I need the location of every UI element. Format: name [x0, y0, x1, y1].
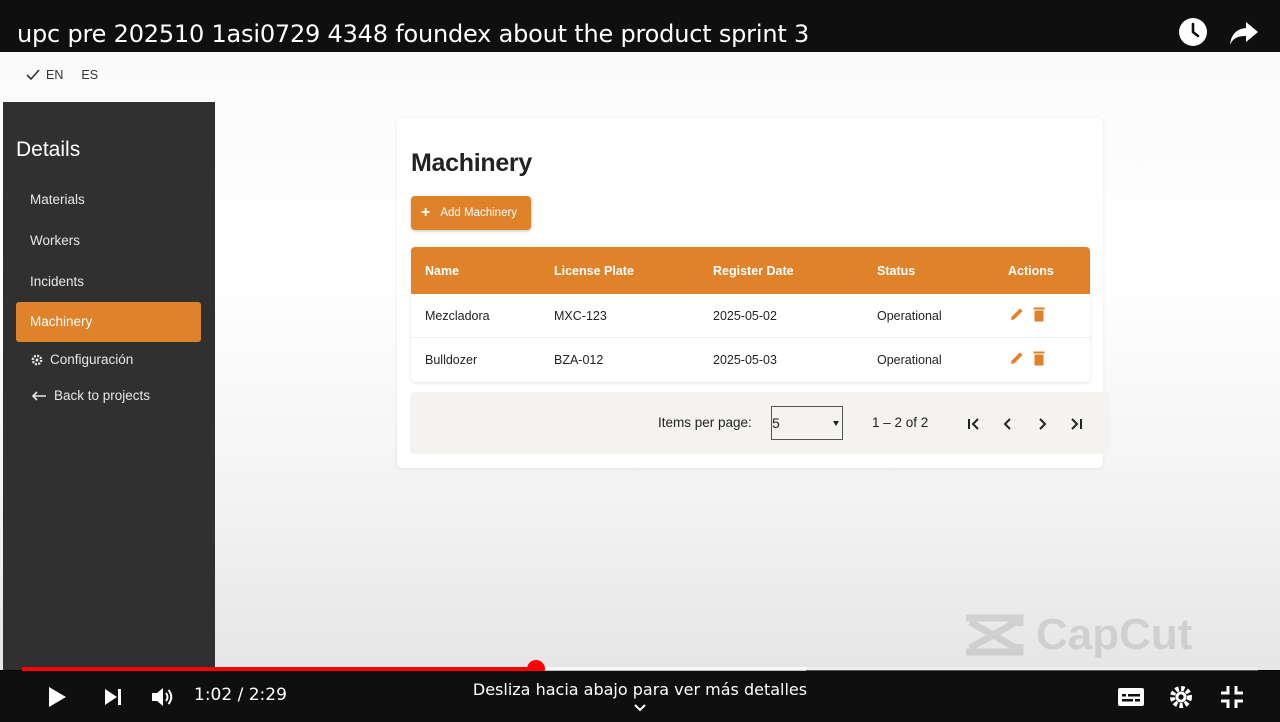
cell-status: Operational — [877, 353, 942, 367]
edit-icon[interactable] — [1009, 350, 1025, 366]
last-page-icon[interactable] — [1066, 414, 1086, 434]
cell-status: Operational — [877, 309, 942, 323]
add-machinery-button[interactable]: + Add Machinery — [411, 196, 532, 230]
chevron-down-icon — [833, 421, 839, 426]
sidebar-item-materials[interactable]: Materials — [16, 180, 201, 220]
paginator: Items per page: 5 1 – 2 of 2 — [410, 392, 1110, 454]
captions-icon[interactable] — [1117, 684, 1145, 710]
gear-icon — [31, 354, 43, 365]
sidebar-item-incidents[interactable]: Incidents — [16, 262, 201, 302]
language-option-es[interactable]: ES — [81, 68, 98, 82]
sidebar-item-workers[interactable]: Workers — [16, 221, 201, 261]
table-header: Name License Plate Register Date Status … — [411, 247, 1090, 294]
swipe-hint: Desliza hacia abajo para ver más detalle… — [472, 680, 808, 699]
delete-icon[interactable] — [1031, 350, 1047, 366]
video-title-bar: upc pre 202510 1asi0729 4348 foundex abo… — [0, 0, 1280, 52]
exit-fullscreen-icon[interactable] — [1219, 684, 1245, 710]
language-option-en[interactable]: EN — [26, 68, 63, 82]
items-per-page-label: Items per page: — [658, 415, 752, 430]
column-header-license-plate[interactable]: License Plate — [554, 264, 634, 278]
player-controls: 1:02 / 2:29 Desliza hacia abajo para ver… — [0, 671, 1280, 722]
previous-page-icon[interactable] — [998, 414, 1018, 434]
next-page-icon[interactable] — [1032, 414, 1052, 434]
capcut-watermark: CapCut — [962, 610, 1192, 660]
sidebar-item-label: Configuración — [50, 352, 134, 367]
sidebar-item-machinery[interactable]: Machinery — [16, 302, 201, 342]
share-icon[interactable] — [1228, 18, 1260, 48]
cell-name: Bulldozer — [425, 353, 478, 367]
language-label: EN — [46, 68, 64, 82]
chevron-down-icon[interactable] — [632, 701, 648, 715]
sidebar-item-configuracion[interactable]: Configuración — [31, 352, 133, 367]
plus-icon: + — [421, 204, 431, 221]
cell-license-plate: MXC-123 — [554, 309, 607, 323]
first-page-icon[interactable] — [964, 414, 984, 434]
edit-icon[interactable] — [1009, 306, 1025, 322]
sidebar-item-back-to-projects[interactable]: Back to projects — [31, 388, 150, 403]
column-header-status[interactable]: Status — [877, 264, 915, 278]
add-machinery-label: Add Machinery — [440, 207, 518, 219]
cell-name: Mezcladora — [425, 309, 490, 323]
settings-gear-icon[interactable] — [1168, 684, 1194, 710]
machinery-table: Name License Plate Register Date Status … — [411, 247, 1090, 382]
column-header-name[interactable]: Name — [425, 264, 459, 278]
sidebar: Details Materials Workers Incidents Mach… — [3, 102, 215, 670]
table-row: Mezcladora MXC-123 2025-05-02 Operationa… — [411, 294, 1090, 338]
sidebar-item-label: Back to projects — [54, 388, 151, 403]
watermark-text: CapCut — [1036, 610, 1193, 659]
language-label: ES — [81, 68, 99, 82]
clock-icon[interactable] — [1177, 16, 1209, 48]
sidebar-title: Details — [16, 138, 81, 161]
delete-icon[interactable] — [1031, 306, 1047, 322]
items-per-page-value: 5 — [772, 415, 780, 431]
cell-register-date: 2025-05-03 — [713, 353, 777, 367]
column-header-actions: Actions — [1008, 264, 1054, 278]
page-range-label: 1 – 2 of 2 — [872, 415, 929, 430]
arrow-back-icon — [31, 390, 46, 401]
capcut-logo-icon — [966, 614, 1024, 656]
video-frame[interactable]: EN ES Details Materials Workers Incident… — [0, 52, 1280, 670]
page-title: Machinery — [411, 149, 532, 177]
language-switcher: EN ES — [26, 68, 98, 82]
cell-register-date: 2025-05-02 — [713, 309, 777, 323]
cell-license-plate: BZA-012 — [554, 353, 604, 367]
column-header-register-date[interactable]: Register Date — [713, 264, 794, 278]
table-row: Bulldozer BZA-012 2025-05-03 Operational — [411, 338, 1090, 382]
items-per-page-select[interactable]: 5 — [771, 406, 843, 440]
video-title: upc pre 202510 1asi0729 4348 foundex abo… — [17, 20, 810, 48]
checkmark-icon — [26, 69, 40, 81]
